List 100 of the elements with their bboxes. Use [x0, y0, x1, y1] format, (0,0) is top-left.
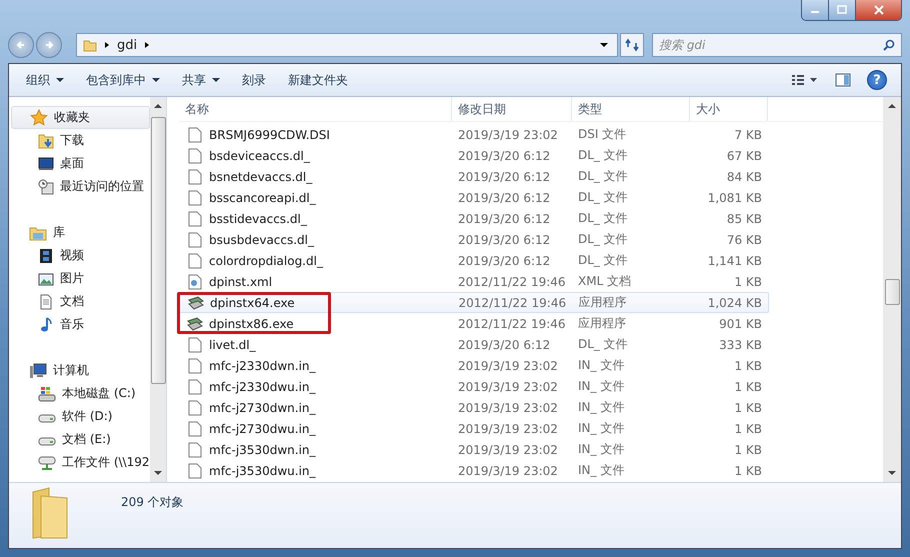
monitor-icon — [38, 156, 54, 172]
file-name[interactable]: mfc-j2730dwu.in_ — [187, 420, 316, 436]
file-name[interactable]: bsnetdevaccs.dl_ — [187, 168, 312, 184]
file-name[interactable]: bsdeviceaccs.dl_ — [187, 148, 310, 164]
file-name[interactable]: bsstidevaccs.dl_ — [187, 210, 307, 226]
sidebar-item[interactable]: 图片 — [9, 267, 150, 290]
file-name[interactable]: livet.dl_ — [187, 336, 256, 352]
table-cell-text: 2012/11/22 19:46 — [457, 274, 567, 290]
breadcrumb[interactable]: gdi — [117, 38, 138, 52]
table-cell-text: 2012/11/22 19:46 — [457, 316, 567, 332]
table-cell-text: XML 文档 — [577, 273, 632, 290]
table-cell-text: 1 KB — [733, 442, 763, 458]
file-name[interactable]: BRSMJ6999CDW.DSI — [187, 126, 330, 142]
caret-icon — [212, 77, 220, 83]
sidebar-item[interactable]: 下载 — [9, 129, 150, 152]
file-icon — [187, 336, 203, 352]
table-cell-text: 2019/3/20 6:12 — [457, 168, 552, 186]
sidebar-item[interactable]: 视频 — [9, 244, 150, 267]
picture-icon — [38, 270, 54, 286]
caret-icon — [56, 77, 64, 83]
file-name[interactable]: dpinst.xml — [187, 274, 272, 290]
minimize-button[interactable] — [802, 0, 829, 20]
file-name[interactable]: dpinstx64.exe — [188, 294, 295, 310]
table-cell-text: DL_ 文件 — [577, 252, 629, 269]
sidebar-item[interactable]: 文档 — [9, 290, 150, 313]
dropdown-icon[interactable] — [599, 41, 609, 49]
table-cell-text: 1,024 KB — [706, 294, 763, 312]
file-name[interactable]: bsscancoreapi.dl_ — [187, 190, 316, 206]
toolbar-button[interactable]: 新建文件夹 — [279, 68, 357, 92]
file-name[interactable]: dpinstx86.exe — [187, 316, 294, 332]
table-cell-text: DL_ 文件 — [577, 210, 629, 227]
table-cell-text: 67 KB — [726, 148, 763, 164]
toolbar-button[interactable]: 刻录 — [233, 68, 275, 92]
table-cell-text: IN_ 文件 — [577, 378, 626, 395]
file-name[interactable]: mfc-j2330dwn.in_ — [187, 358, 316, 374]
file-icon — [187, 462, 203, 478]
close-button[interactable] — [856, 0, 901, 20]
table-cell-text: DL_ 文件 — [577, 147, 629, 164]
file-icon — [187, 252, 203, 268]
scrollbar-thumb[interactable] — [150, 117, 166, 384]
table-cell-text: 2019/3/19 23:02 — [457, 378, 559, 396]
file-name[interactable]: colordropdialog.dl_ — [187, 252, 323, 268]
sidebar-item[interactable]: 工作文件 (\\192. — [9, 451, 150, 474]
back-button[interactable] — [8, 32, 34, 58]
file-name[interactable]: bsusbdevaccs.dl_ — [187, 232, 314, 248]
search-field[interactable]: 搜索 gdi — [652, 33, 902, 57]
table-cell-text: DSI 文件 — [577, 126, 628, 143]
table-cell-text: 2019/3/19 23:02 — [457, 420, 559, 438]
table-cell-text: 应用程序 — [577, 294, 628, 311]
file-name[interactable]: mfc-j3530dwn.in_ — [187, 442, 316, 458]
table-cell-text: 333 KB — [718, 336, 763, 354]
sidebar-item[interactable]: 文档 (E:) — [9, 428, 150, 451]
maximize-button[interactable] — [829, 0, 856, 20]
file-name[interactable]: mfc-j3530dwu.in_ — [187, 462, 316, 478]
column-header[interactable]: 名称 — [179, 97, 452, 121]
sidebar-item[interactable]: 本地磁盘 (C:) — [9, 382, 150, 405]
scroll-up-icon[interactable] — [888, 103, 896, 109]
forward-arrow-icon — [43, 39, 55, 51]
help-button[interactable]: ? — [867, 70, 887, 90]
file-name[interactable]: mfc-j2730dwn.in_ — [187, 400, 316, 416]
file-icon — [187, 168, 203, 184]
table-cell-text: IN_ 文件 — [577, 441, 626, 458]
table-cell-text: IN_ 文件 — [577, 462, 626, 479]
sidebar-item[interactable]: 音乐 — [9, 313, 150, 336]
table-cell-text: 2012/11/22 19:46 — [458, 294, 568, 312]
scroll-down-icon[interactable] — [888, 470, 896, 476]
sidebar-item[interactable]: 软件 (D:) — [9, 405, 150, 428]
sidebar-item[interactable]: 桌面 — [9, 152, 150, 175]
caret-icon — [152, 77, 160, 83]
column-header[interactable]: 大小 — [690, 97, 768, 121]
table-cell-text: 应用程序 — [577, 315, 627, 332]
refresh-button[interactable] — [620, 33, 644, 57]
table-cell-text: 1,141 KB — [706, 252, 763, 270]
file-icon — [187, 358, 203, 374]
sidebar-item[interactable]: 收藏夹 — [11, 106, 150, 129]
column-header[interactable]: 修改日期 — [452, 97, 572, 121]
scroll-up-icon[interactable] — [154, 103, 162, 109]
toolbar-button[interactable]: 包含到库中 — [77, 68, 169, 92]
table-cell-text: DL_ 文件 — [577, 189, 629, 206]
toolbar-button[interactable]: 共享 — [173, 68, 229, 92]
toolbar-button[interactable]: 组织 — [17, 68, 73, 92]
forward-button[interactable] — [36, 32, 62, 58]
column-header[interactable]: 类型 — [572, 97, 690, 121]
scrollbar[interactable] — [150, 97, 166, 482]
sidebar-item[interactable]: 最近访问的位置 — [9, 175, 150, 198]
back-arrow-icon — [15, 39, 27, 51]
scroll-down-icon[interactable] — [154, 470, 162, 476]
table-cell-text: 1 KB — [733, 358, 763, 374]
scrollbar[interactable] — [883, 97, 901, 482]
address-bar[interactable]: gdi — [76, 33, 618, 57]
sidebar-item[interactable]: 计算机 — [11, 359, 150, 382]
table-cell-text: 2019/3/20 6:12 — [457, 336, 552, 354]
file-name[interactable]: mfc-j2330dwu.in_ — [187, 378, 316, 394]
table-cell-text: 1 KB — [733, 420, 763, 438]
film-icon — [38, 248, 54, 264]
table-cell-text: 1 KB — [733, 462, 763, 480]
maximize-icon — [836, 5, 848, 15]
sidebar-item[interactable]: 库 — [11, 221, 150, 244]
network-drive-icon — [38, 454, 56, 470]
scrollbar-thumb[interactable] — [884, 279, 900, 305]
